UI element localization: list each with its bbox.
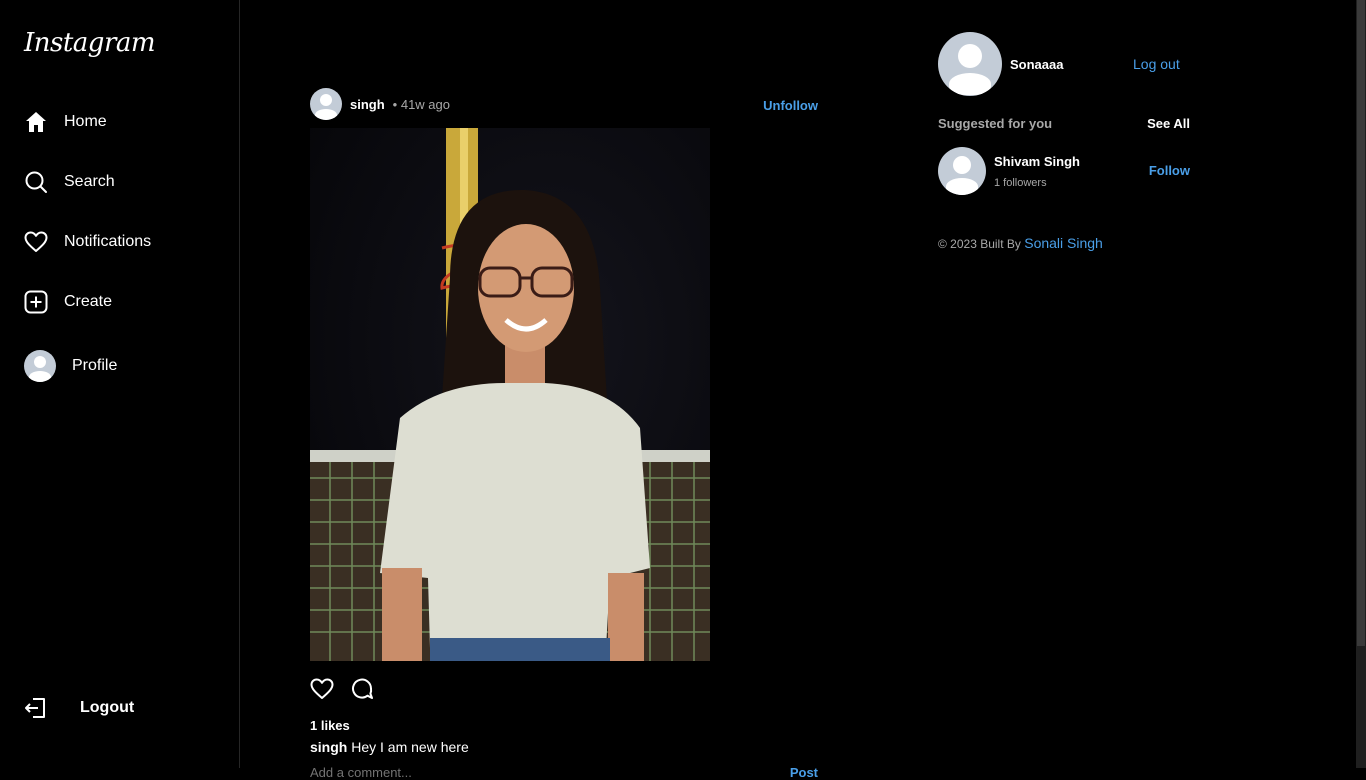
suggestions-title: Suggested for you bbox=[938, 116, 1053, 131]
home-icon bbox=[24, 110, 48, 134]
heart-icon bbox=[24, 230, 48, 254]
scrollbar[interactable] bbox=[1356, 0, 1366, 768]
suggestion-followers: 1 followers bbox=[994, 176, 1047, 189]
nav-create[interactable]: Create bbox=[24, 290, 112, 314]
nav-profile-label: Profile bbox=[72, 357, 118, 374]
footer-text: © 2023 Built By bbox=[938, 237, 1021, 251]
log-out-link[interactable]: Log out bbox=[1133, 56, 1180, 72]
comment-input[interactable]: Add a comment... bbox=[310, 765, 412, 780]
scrollbar-thumb[interactable] bbox=[1357, 0, 1365, 646]
comment-row: Add a comment... Post bbox=[310, 765, 820, 780]
nav-notifications-label: Notifications bbox=[64, 233, 152, 250]
caption-text: Hey I am new here bbox=[351, 739, 469, 755]
feed: singh • 41w ago Unfollow 1 likes singh H… bbox=[310, 88, 820, 780]
nav-notifications[interactable]: Notifications bbox=[24, 230, 151, 254]
post-timestamp: • 41w ago bbox=[392, 96, 450, 112]
instagram-logo[interactable]: Instagram bbox=[24, 28, 156, 58]
suggestion-info: Shivam Singh 1 followers bbox=[994, 154, 1080, 189]
nav-profile[interactable]: Profile bbox=[24, 350, 117, 382]
like-heart-icon[interactable] bbox=[310, 677, 334, 706]
current-user-avatar[interactable] bbox=[938, 32, 1002, 96]
caption-username[interactable]: singh bbox=[310, 739, 347, 755]
nav-search[interactable]: Search bbox=[24, 170, 115, 194]
suggestion-item: Shivam Singh 1 followers Follow bbox=[938, 147, 1190, 195]
suggestions-header: Suggested for you See All bbox=[938, 116, 1190, 131]
search-icon bbox=[24, 170, 48, 194]
nav-create-label: Create bbox=[64, 293, 113, 310]
comment-icon[interactable] bbox=[350, 677, 374, 706]
plus-square-icon bbox=[24, 290, 48, 314]
nav-logout-label: Logout bbox=[80, 699, 135, 716]
post-photo[interactable] bbox=[310, 128, 710, 661]
follow-button[interactable]: Follow bbox=[1149, 163, 1190, 178]
see-all-button[interactable]: See All bbox=[1147, 116, 1190, 131]
footer: © 2023 Built By Sonali Singh bbox=[938, 235, 1190, 251]
right-panel: Sonaaaa Log out Suggested for you See Al… bbox=[938, 32, 1190, 251]
likes-count: 1 likes bbox=[310, 718, 350, 733]
current-user-name[interactable]: Sonaaaa bbox=[1010, 57, 1063, 72]
post-comment-button[interactable]: Post bbox=[790, 765, 818, 780]
post-actions bbox=[310, 677, 820, 706]
nav-search-label: Search bbox=[64, 173, 115, 190]
post-header: singh • 41w ago bbox=[310, 88, 820, 120]
logout-icon bbox=[24, 696, 48, 720]
post-username[interactable]: singh bbox=[350, 97, 385, 112]
suggestion-name[interactable]: Shivam Singh bbox=[994, 154, 1080, 169]
profile-avatar bbox=[24, 350, 56, 382]
nav-logout[interactable]: Logout bbox=[24, 696, 134, 720]
nav-home[interactable]: Home bbox=[24, 110, 107, 134]
suggestion-avatar[interactable] bbox=[938, 147, 986, 195]
post-caption: singh Hey I am new here bbox=[310, 739, 820, 755]
footer-author-link[interactable]: Sonali Singh bbox=[1024, 235, 1103, 251]
post-avatar[interactable] bbox=[310, 88, 342, 120]
unfollow-button[interactable]: Unfollow bbox=[763, 98, 818, 113]
sidebar: Instagram Home Search Notifications Crea… bbox=[0, 0, 240, 768]
nav-home-label: Home bbox=[64, 113, 107, 130]
